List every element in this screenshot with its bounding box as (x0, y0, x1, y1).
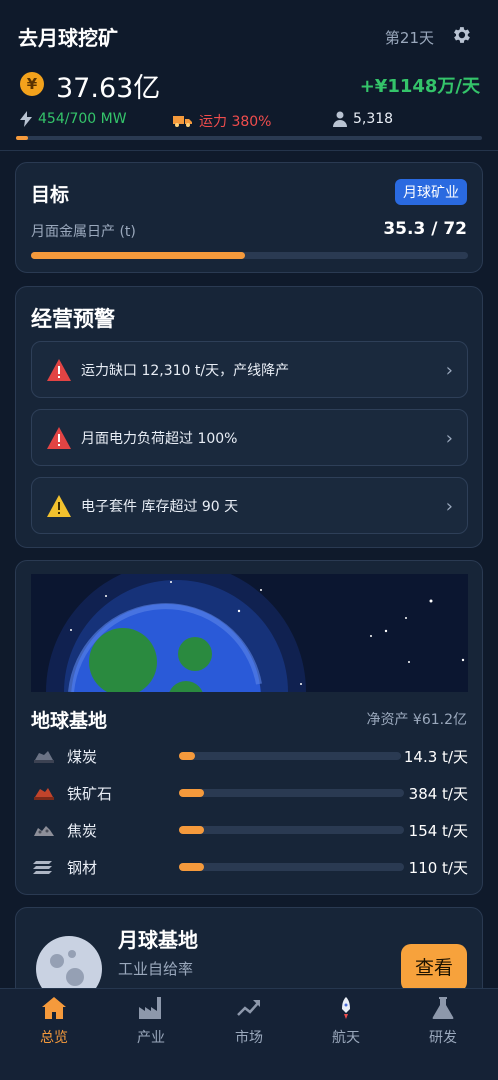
truck-icon (173, 116, 192, 127)
tab-aerospace[interactable]: 航天 (306, 997, 386, 1057)
resource-value: 110 t/天 (408, 859, 468, 877)
resource-row: 钢材 110 t/天 (31, 854, 468, 880)
power-stat: 454/700 MW (20, 111, 127, 127)
resource-value: 154 t/天 (408, 822, 468, 840)
warning-item[interactable]: 运力缺口 12,310 t/天，产线降产 › (31, 341, 468, 398)
tab-label: 总览 (40, 1030, 68, 1046)
resource-name: 煤炭 (67, 748, 98, 766)
resource-name: 焦炭 (67, 822, 98, 840)
bottom-tab-bar: 总览 产业 市场 航天 研发 (0, 988, 498, 1080)
population-stat: 5,318 (333, 111, 393, 127)
home-icon (42, 997, 66, 1019)
warning-item[interactable]: 月面电力负荷超过 100% › (31, 409, 468, 466)
warning-text: 电子套件 库存超过 90 天 (81, 498, 239, 515)
tab-label: 航天 (332, 1030, 360, 1046)
chevron-right-icon: › (445, 360, 453, 381)
flask-icon (432, 997, 454, 1019)
goal-progress-fill (31, 252, 246, 259)
yellow-warning-icon (47, 494, 71, 517)
resource-bar (179, 863, 404, 871)
goal-badge: 月球矿业 (395, 179, 467, 205)
warning-item[interactable]: 电子套件 库存超过 90 天 › (31, 477, 468, 534)
resource-name: 钢材 (67, 859, 98, 877)
iron-ore-icon (34, 788, 54, 800)
goal-label: 月面金属日产 (t) (31, 224, 136, 240)
transport-value: 运力 380% (199, 114, 272, 130)
resource-row: 铁矿石 384 t/天 (31, 780, 468, 806)
tab-label: 市场 (235, 1030, 263, 1046)
resource-fill (179, 789, 204, 797)
coin-icon: ¥ (20, 72, 44, 96)
daily-income: +¥1148万/天 (359, 76, 480, 97)
population-value: 5,318 (353, 111, 394, 127)
red-warning-icon (47, 426, 71, 449)
resource-row: 煤炭 14.3 t/天 (31, 743, 468, 769)
net-assets: 净资产 ¥61.2亿 (366, 712, 467, 728)
resource-fill (179, 863, 204, 871)
resource-fill (179, 826, 204, 834)
power-value: 454/700 MW (38, 111, 127, 127)
header-divider (0, 150, 498, 151)
header: 去月球挖矿 第21天 ¥ 37.63亿 +¥1148万/天 454/700 MW… (0, 0, 498, 150)
resource-bar (179, 752, 401, 760)
chevron-right-icon: › (445, 428, 453, 449)
moon-base-subtitle: 工业自给率 (118, 960, 194, 978)
balance: 37.63亿 (56, 73, 161, 104)
resource-row: 焦炭 154 t/天 (31, 817, 468, 843)
goal-title: 目标 (31, 184, 70, 206)
earth-base-title: 地球基地 (31, 710, 108, 732)
warnings-card: 经营预警 运力缺口 12,310 t/天，产线降产 › 月面电力负荷超过 100… (15, 286, 483, 548)
warning-text: 月面电力负荷超过 100% (81, 430, 238, 447)
day-counter: 第21天 (384, 29, 434, 47)
tab-research[interactable]: 研发 (403, 997, 483, 1057)
goal-progress-bar (31, 252, 468, 259)
gear-icon[interactable] (450, 24, 472, 46)
tab-industry[interactable]: 产业 (111, 997, 191, 1057)
header-progress-bar (16, 136, 482, 140)
app-title: 去月球挖矿 (18, 26, 118, 50)
resource-bar (179, 826, 404, 834)
trend-icon (237, 1000, 260, 1016)
coal-icon (34, 751, 54, 763)
rocket-icon (342, 997, 350, 1019)
resource-value: 384 t/天 (408, 785, 468, 803)
goal-card[interactable]: 目标 月球矿业 月面金属日产 (t) 35.3 / 72 (15, 162, 483, 273)
tab-market[interactable]: 市场 (209, 997, 289, 1057)
warning-text: 运力缺口 12,310 t/天，产线降产 (81, 362, 290, 379)
tab-label: 研发 (429, 1030, 457, 1046)
earth-base-card[interactable]: 地球基地 净资产 ¥61.2亿 煤炭 14.3 t/天 铁矿石 384 t/天 … (15, 560, 483, 895)
resource-bar (179, 789, 404, 797)
red-warning-icon (47, 358, 71, 381)
view-button[interactable]: 查看 (401, 944, 467, 992)
resource-fill (179, 752, 195, 760)
warnings-title: 经营预警 (31, 307, 115, 331)
resource-name: 铁矿石 (67, 785, 113, 803)
header-progress-fill (16, 136, 28, 140)
resource-value: 14.3 t/天 (403, 748, 468, 766)
tab-label: 产业 (137, 1030, 165, 1046)
earth-illustration (31, 574, 468, 692)
coke-icon (34, 826, 54, 836)
factory-icon (139, 997, 161, 1019)
transport-stat: 运力 380% (173, 111, 271, 131)
person-icon (333, 111, 347, 127)
goal-value: 35.3 / 72 (383, 219, 467, 239)
moon-base-title: 月球基地 (118, 928, 198, 952)
tab-overview[interactable]: 总览 (14, 997, 94, 1057)
steel-icon (33, 861, 52, 874)
lightning-icon (20, 111, 32, 127)
chevron-right-icon: › (445, 496, 453, 517)
